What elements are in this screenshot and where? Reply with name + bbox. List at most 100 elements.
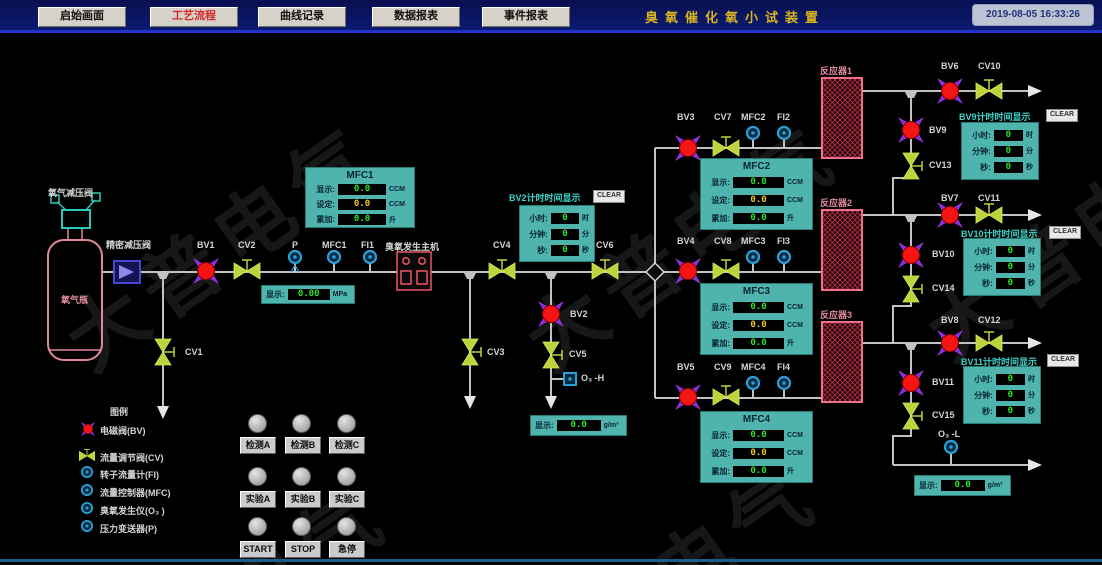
cv12-label: CV12 [978,315,1001,325]
ozone-mid-display: 显示: 0.0 g/m³ [530,415,627,436]
ozone-generator-unit [397,252,431,290]
cv14-valve[interactable] [903,276,922,302]
detect-a-button[interactable]: 检测A [240,437,276,454]
cv8-valve[interactable] [713,260,739,279]
cv7-valve[interactable] [713,137,739,156]
indicator-light-start [248,517,267,536]
cv10-valve[interactable] [976,80,1002,99]
nav-button-home[interactable]: 启始画面 [38,7,126,27]
cv15-valve[interactable] [903,403,922,429]
cv1-valve[interactable] [155,339,174,365]
cv3-valve[interactable] [462,339,481,365]
mfc1-label: MFC1 [322,240,347,250]
bv11-valve[interactable] [899,371,923,395]
unit: CCM [787,322,807,329]
ozone-out-value: 0.0 [941,480,985,491]
bv2-timer-title: BV2计时时间显示 [509,191,581,204]
fi3-label: FI3 [777,236,790,246]
sv-value[interactable]: 0.0 [338,199,386,210]
cv5-label: CV5 [569,349,587,359]
o3-low-sensor [945,441,957,453]
bv10-timer-panel: 小时:0时 分钟:0分 秒:0秒 [963,238,1041,296]
bv8-label: BV8 [941,315,959,325]
sv-value[interactable]: 0.0 [733,195,784,206]
bv10-timer-clear-button[interactable]: CLEAR [1049,226,1081,239]
bv2-timer-clear-button[interactable]: CLEAR [593,190,625,203]
start-button[interactable]: START [240,541,276,558]
cv11-valve[interactable] [976,204,1002,223]
unit: CCM [787,432,807,439]
detect-b-button[interactable]: 检测B [285,437,321,454]
bv11-timer-clear-button[interactable]: CLEAR [1047,354,1079,367]
bv10-label: BV10 [932,249,955,259]
minutes-value: 0 [996,390,1025,401]
bv6-valve[interactable] [938,79,962,103]
row-label: 显示: [706,302,730,313]
cv7-label: CV7 [714,112,732,122]
nav-button-curves[interactable]: 曲线记录 [258,7,346,27]
cv5-valve[interactable] [543,342,562,368]
experiment-c-button[interactable]: 实验C [329,491,365,508]
unit: CCM [787,197,807,204]
sv-value[interactable]: 0.0 [733,320,784,331]
row-label: 设定: [706,320,730,331]
legend-item-ozone-meter: 臭氧发生仪(O₃ ) [100,504,165,517]
pipes [102,91,1030,465]
reactor2-label: 反应器2 [820,196,852,209]
fi4-sensor [778,377,790,389]
mfc4-sensor [747,377,759,389]
total-value: 0.0 [733,213,784,224]
cv2-valve[interactable] [234,260,260,279]
bv3-label: BV3 [677,112,695,122]
row-label: 小时: [967,130,991,141]
mfc2-sensor [747,127,759,139]
cv13-label: CV13 [929,160,952,170]
estop-button[interactable]: 急停 [329,541,365,558]
bv8-valve[interactable] [938,331,962,355]
o3-high-label: O₃ -H [581,373,604,383]
flow-arrow-right [1028,209,1042,221]
nav-button-events[interactable]: 事件报表 [482,7,570,27]
tee [904,214,918,222]
bv9-valve[interactable] [899,118,923,142]
bv5-label: BV5 [677,362,695,372]
sv-value[interactable]: 0.0 [733,448,784,459]
row-label: 小时: [969,374,993,385]
stop-button[interactable]: STOP [285,541,321,558]
cv9-valve[interactable] [713,386,739,405]
unit: 时 [1026,130,1033,140]
legend-title: 图例 [110,405,128,418]
bv2-valve[interactable] [539,302,563,326]
cv4-valve[interactable] [489,260,515,279]
nav-button-reports[interactable]: 数据报表 [372,7,460,27]
mfc4-panel: MFC4 显示:0.0CCM 设定:0.0CCM 累加:0.0升 [700,411,813,483]
detect-c-button[interactable]: 检测C [329,437,365,454]
nav-button-process[interactable]: 工艺流程 [150,7,238,27]
sensor-stem [753,140,784,148]
legend-mfc-icon [82,485,92,495]
regulator-gauge-stems [57,200,95,210]
cv13-valve[interactable] [903,153,922,179]
cv12-valve[interactable] [976,332,1002,351]
bv10-valve[interactable] [899,243,923,267]
tee [463,271,477,279]
bv3-valve[interactable] [676,136,700,160]
bv9-timer-clear-button[interactable]: CLEAR [1046,109,1078,122]
total-value: 0.0 [338,214,386,225]
row-label: 秒: [969,406,993,417]
bv4-valve[interactable] [676,259,700,283]
manifold-junction [646,263,664,281]
experiment-b-button[interactable]: 实验B [285,491,321,508]
bv5-valve[interactable] [676,385,700,409]
mfc3-sensor [747,251,759,263]
tank-regulator-body [62,210,90,228]
bv1-valve[interactable] [194,259,218,283]
display-label: 显示: [919,480,938,491]
mfc1-panel: MFC1 显示:0.0CCM 设定:0.0CCM 累加:0.0升 [305,167,415,228]
cv6-valve[interactable] [592,260,618,279]
bv7-valve[interactable] [938,203,962,227]
unit: CCM [389,186,409,193]
sensor-stem [753,264,784,272]
row-label: 设定: [706,448,730,459]
experiment-a-button[interactable]: 实验A [240,491,276,508]
